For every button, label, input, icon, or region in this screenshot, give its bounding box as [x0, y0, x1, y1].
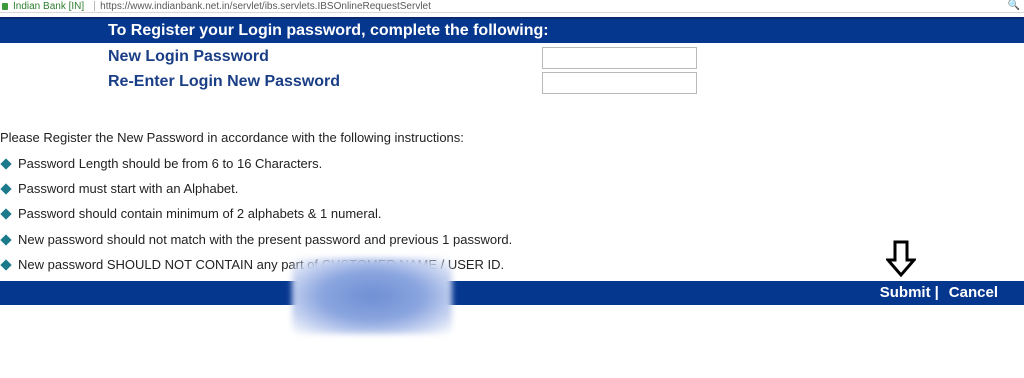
instruction-item: Password should contain minimum of 2 alp… — [0, 206, 381, 221]
page-header-bar: To Register your Login password, complet… — [0, 17, 1024, 43]
instructions-intro: Please Register the New Password in acco… — [0, 130, 464, 145]
lock-icon — [2, 2, 8, 10]
instruction-text: Password Length should be from 6 to 16 C… — [18, 156, 323, 171]
instruction-item: New password should not match with the p… — [0, 232, 512, 247]
link-divider: | — [934, 284, 939, 301]
bullet-icon — [0, 233, 12, 246]
bullet-icon — [0, 157, 12, 170]
instruction-item: Password Length should be from 6 to 16 C… — [0, 156, 322, 171]
instruction-text: Password should contain minimum of 2 alp… — [18, 206, 382, 221]
instruction-text: New password should not match with the p… — [18, 232, 513, 247]
cancel-button[interactable]: Cancel — [949, 284, 998, 301]
page-title: To Register your Login password, complet… — [108, 22, 549, 39]
instruction-item: Password must start with an Alphabet. — [0, 181, 238, 196]
zoom-icon[interactable]: 🔍 — [1008, 0, 1020, 11]
site-identity: Indian Bank [IN] — [13, 0, 85, 12]
submit-button[interactable]: Submit — [880, 284, 931, 301]
action-links: Submit | Cancel — [880, 284, 998, 301]
instruction-text: Password must start with an Alphabet. — [18, 181, 239, 196]
browser-address-bar[interactable]: Indian Bank [IN] https://www.indianbank.… — [0, 0, 1024, 13]
bullet-icon — [0, 182, 12, 195]
new-password-field[interactable] — [542, 47, 697, 69]
bullet-icon — [0, 258, 12, 271]
address-separator — [94, 1, 96, 11]
redaction-blur — [292, 258, 452, 334]
down-arrow-cursor-icon — [886, 240, 916, 278]
new-password-label: New Login Password — [108, 48, 269, 65]
bullet-icon — [0, 207, 12, 220]
reenter-password-label: Re-Enter Login New Password — [108, 73, 341, 90]
url-text[interactable]: https://www.indianbank.net.in/servlet/ib… — [100, 1, 431, 12]
action-bar: Submit | Cancel — [0, 281, 1024, 305]
reenter-password-field[interactable] — [542, 72, 697, 94]
